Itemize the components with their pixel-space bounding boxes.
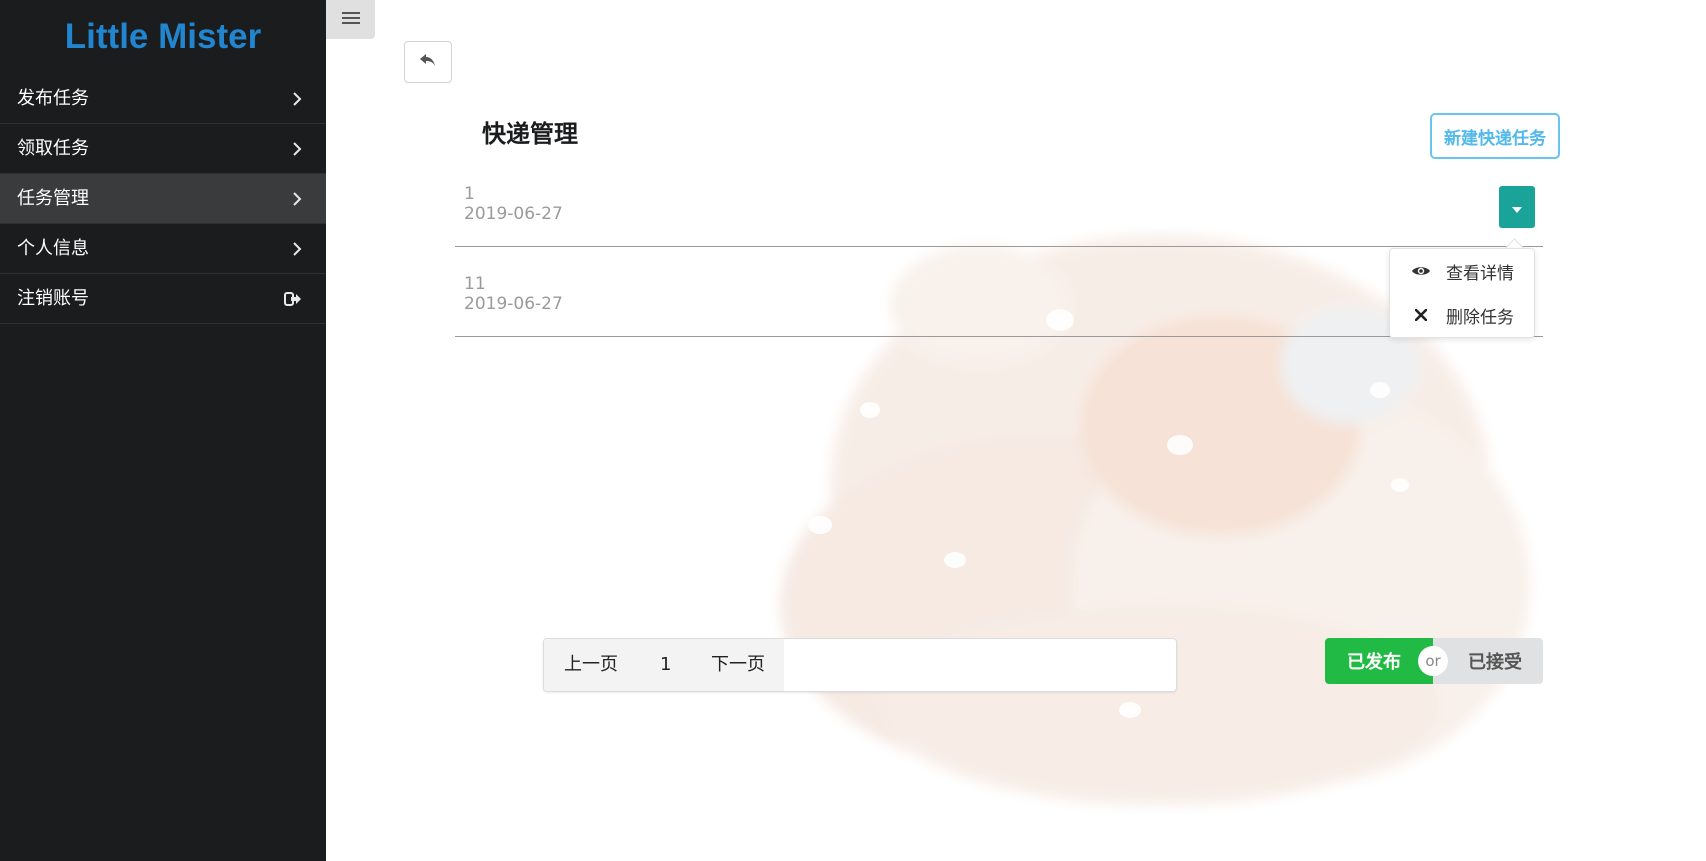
sidebar-item-label: 发布任务 [17, 88, 89, 109]
sidebar-item-label: 个人信息 [17, 238, 89, 259]
sign-out-icon [284, 274, 302, 323]
new-express-task-button[interactable]: 新建快递任务 [1430, 113, 1560, 159]
task-status-toggle: 已发布 已接受 or [1325, 638, 1543, 684]
chevron-right-icon [292, 74, 302, 123]
menu-item-delete-task[interactable]: 删除任务 [1390, 293, 1534, 337]
page-number-link[interactable]: 1 [660, 639, 671, 691]
sidebar-item-label: 任务管理 [17, 188, 89, 209]
task-actions-menu: 查看详情 删除任务 [1389, 248, 1535, 338]
sidebar-toggle-button[interactable] [326, 0, 375, 39]
brand-logo[interactable]: Little Mister [0, 0, 326, 74]
sidebar-item-publish-task[interactable]: 发布任务 [0, 74, 326, 124]
accepted-toggle-button[interactable]: 已接受 [1433, 638, 1543, 684]
page-title: 快递管理 [482, 120, 578, 148]
prev-page-link[interactable]: 上一页 [564, 639, 618, 691]
menu-item-view-details[interactable]: 查看详情 [1390, 249, 1534, 293]
task-date: 2019-06-27 [464, 294, 563, 314]
published-toggle-button[interactable]: 已发布 [1325, 638, 1433, 684]
sidebar-item-logout[interactable]: 注销账号 [0, 274, 326, 324]
pagination: 上一页 1 下一页 [543, 638, 1177, 692]
sidebar-item-task-management[interactable]: 任务管理 [0, 174, 326, 224]
task-date: 2019-06-27 [464, 204, 563, 224]
task-actions-dropdown-button[interactable] [1499, 186, 1535, 228]
chevron-right-icon [292, 124, 302, 173]
task-list-item[interactable]: 11 2019-06-27 [455, 248, 1543, 337]
back-button[interactable] [404, 41, 452, 83]
or-divider: or [1418, 646, 1448, 676]
menu-item-label: 查看详情 [1446, 263, 1514, 284]
reply-icon [418, 52, 438, 72]
caret-down-icon [1512, 198, 1522, 217]
close-icon [1410, 309, 1432, 321]
menu-item-label: 删除任务 [1446, 307, 1514, 328]
sidebar-item-label: 领取任务 [17, 138, 89, 159]
chevron-right-icon [292, 224, 302, 273]
hamburger-icon [341, 10, 360, 29]
next-page-link[interactable]: 下一页 [711, 639, 765, 691]
eye-icon [1410, 265, 1432, 277]
sidebar-item-personal-info[interactable]: 个人信息 [0, 224, 326, 274]
sidebar: Little Mister 发布任务 领取任务 任务管理 个人信息 注销账号 [0, 0, 326, 861]
sidebar-item-receive-task[interactable]: 领取任务 [0, 124, 326, 174]
task-list-item[interactable]: 1 2019-06-27 [455, 158, 1543, 247]
sidebar-item-label: 注销账号 [17, 288, 89, 309]
task-number: 11 [464, 274, 486, 294]
chevron-right-icon [292, 174, 302, 223]
task-number: 1 [464, 184, 475, 204]
